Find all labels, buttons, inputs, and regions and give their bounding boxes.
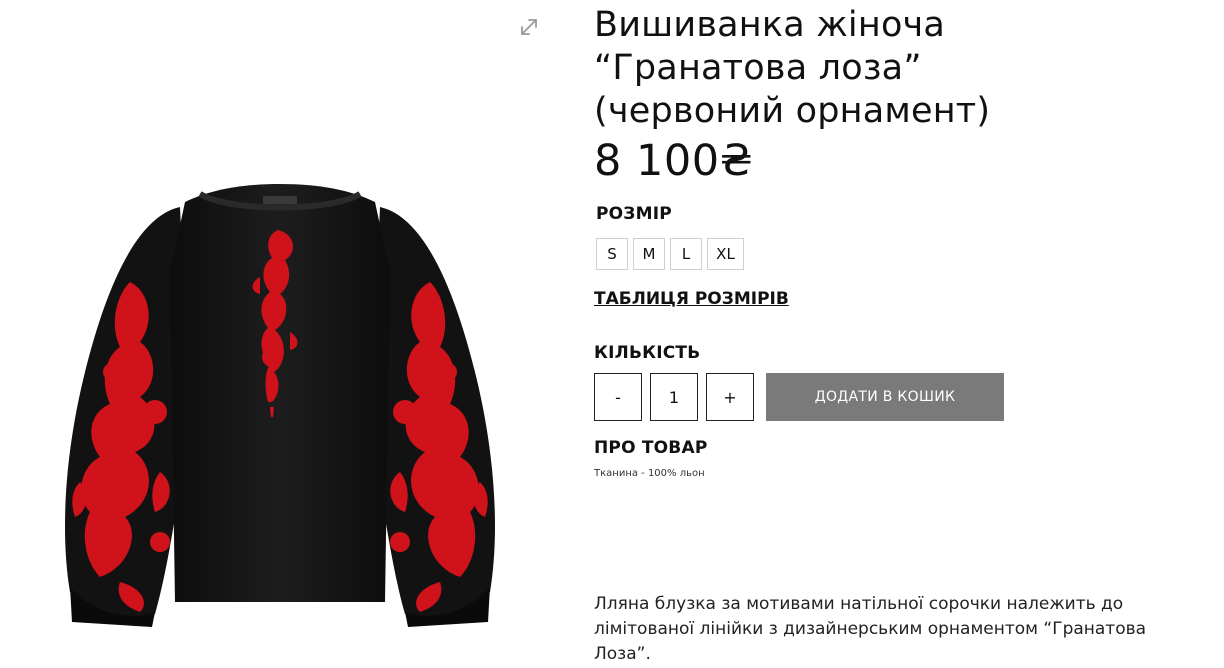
size-option-xl[interactable]: XL [707,238,744,270]
quantity-row: - 1 + ДОДАТИ В КОШИК [594,373,1004,421]
quantity-decrease-button[interactable]: - [594,373,642,421]
product-page: Вишиванка жіноча “Гранатова лоза” (черво… [0,0,1224,668]
quantity-input[interactable]: 1 [650,373,698,421]
quantity-label: КІЛЬКІСТЬ [594,343,701,363]
product-image[interactable] [60,182,500,627]
fabric-info: Тканина - 100% льон [594,468,705,479]
quantity-increase-button[interactable]: + [706,373,754,421]
product-gallery [0,0,560,668]
add-to-cart-button[interactable]: ДОДАТИ В КОШИК [766,373,1004,421]
about-product-label: ПРО ТОВАР [594,438,708,458]
size-option-l[interactable]: L [670,238,702,270]
product-title: Вишиванка жіноча “Гранатова лоза” (черво… [594,5,991,131]
size-option-s[interactable]: S [596,238,628,270]
size-selector: S M L XL [596,238,744,270]
size-label: РОЗМІР [596,204,672,224]
product-price: 8 100₴ [594,136,754,186]
size-option-m[interactable]: M [633,238,665,270]
product-description: Лляна блузка за мотивами натільної сороч… [594,594,1147,664]
size-chart-link[interactable]: ТАБЛИЦЯ РОЗМІРІВ [594,289,789,309]
expand-icon[interactable] [518,16,540,38]
